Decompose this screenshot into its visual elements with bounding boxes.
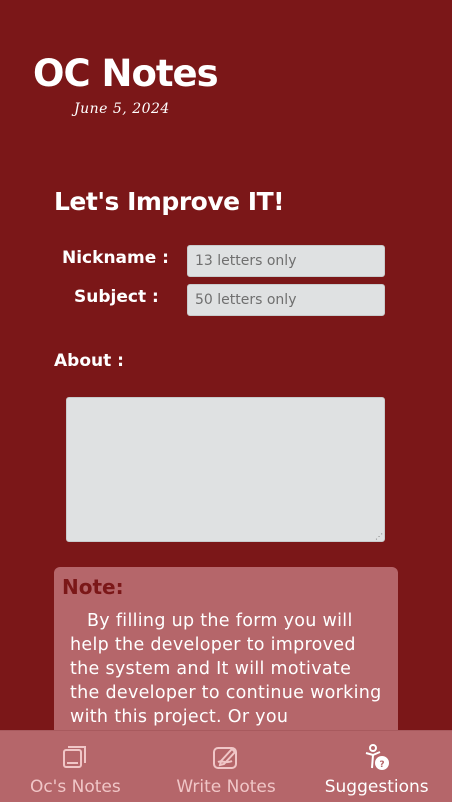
nav-label: Write Notes [176, 777, 276, 797]
note-title: Note: [62, 575, 124, 599]
suggestions-icon: ? [365, 744, 389, 770]
nickname-input[interactable] [187, 245, 385, 277]
app-title: OC Notes [33, 52, 219, 95]
svg-text:?: ? [379, 760, 384, 770]
write-icon [213, 747, 237, 769]
form-heading: Let's Improve IT! [54, 187, 285, 216]
resize-grip-icon[interactable]: ⋰ [375, 532, 383, 541]
notes-icon [63, 746, 87, 768]
subject-input[interactable] [187, 284, 385, 316]
nickname-label: Nickname : [62, 248, 169, 268]
app-date: June 5, 2024 [74, 101, 170, 117]
nav-item-ocs-notes[interactable]: Oc's Notes [0, 731, 151, 802]
nav-item-suggestions[interactable]: ? Suggestions [301, 731, 452, 802]
nav-label: Suggestions [324, 777, 429, 797]
nav-label: Oc's Notes [29, 777, 121, 797]
subject-label: Subject : [74, 287, 159, 307]
note-body: By filling up the form you will help the… [70, 611, 382, 727]
about-textarea[interactable] [66, 397, 385, 542]
nav-item-write-notes[interactable]: Write Notes [151, 731, 302, 802]
bottom-nav: Oc's Notes Write Notes ? Suggestions [0, 730, 452, 802]
about-label: About : [54, 351, 124, 371]
